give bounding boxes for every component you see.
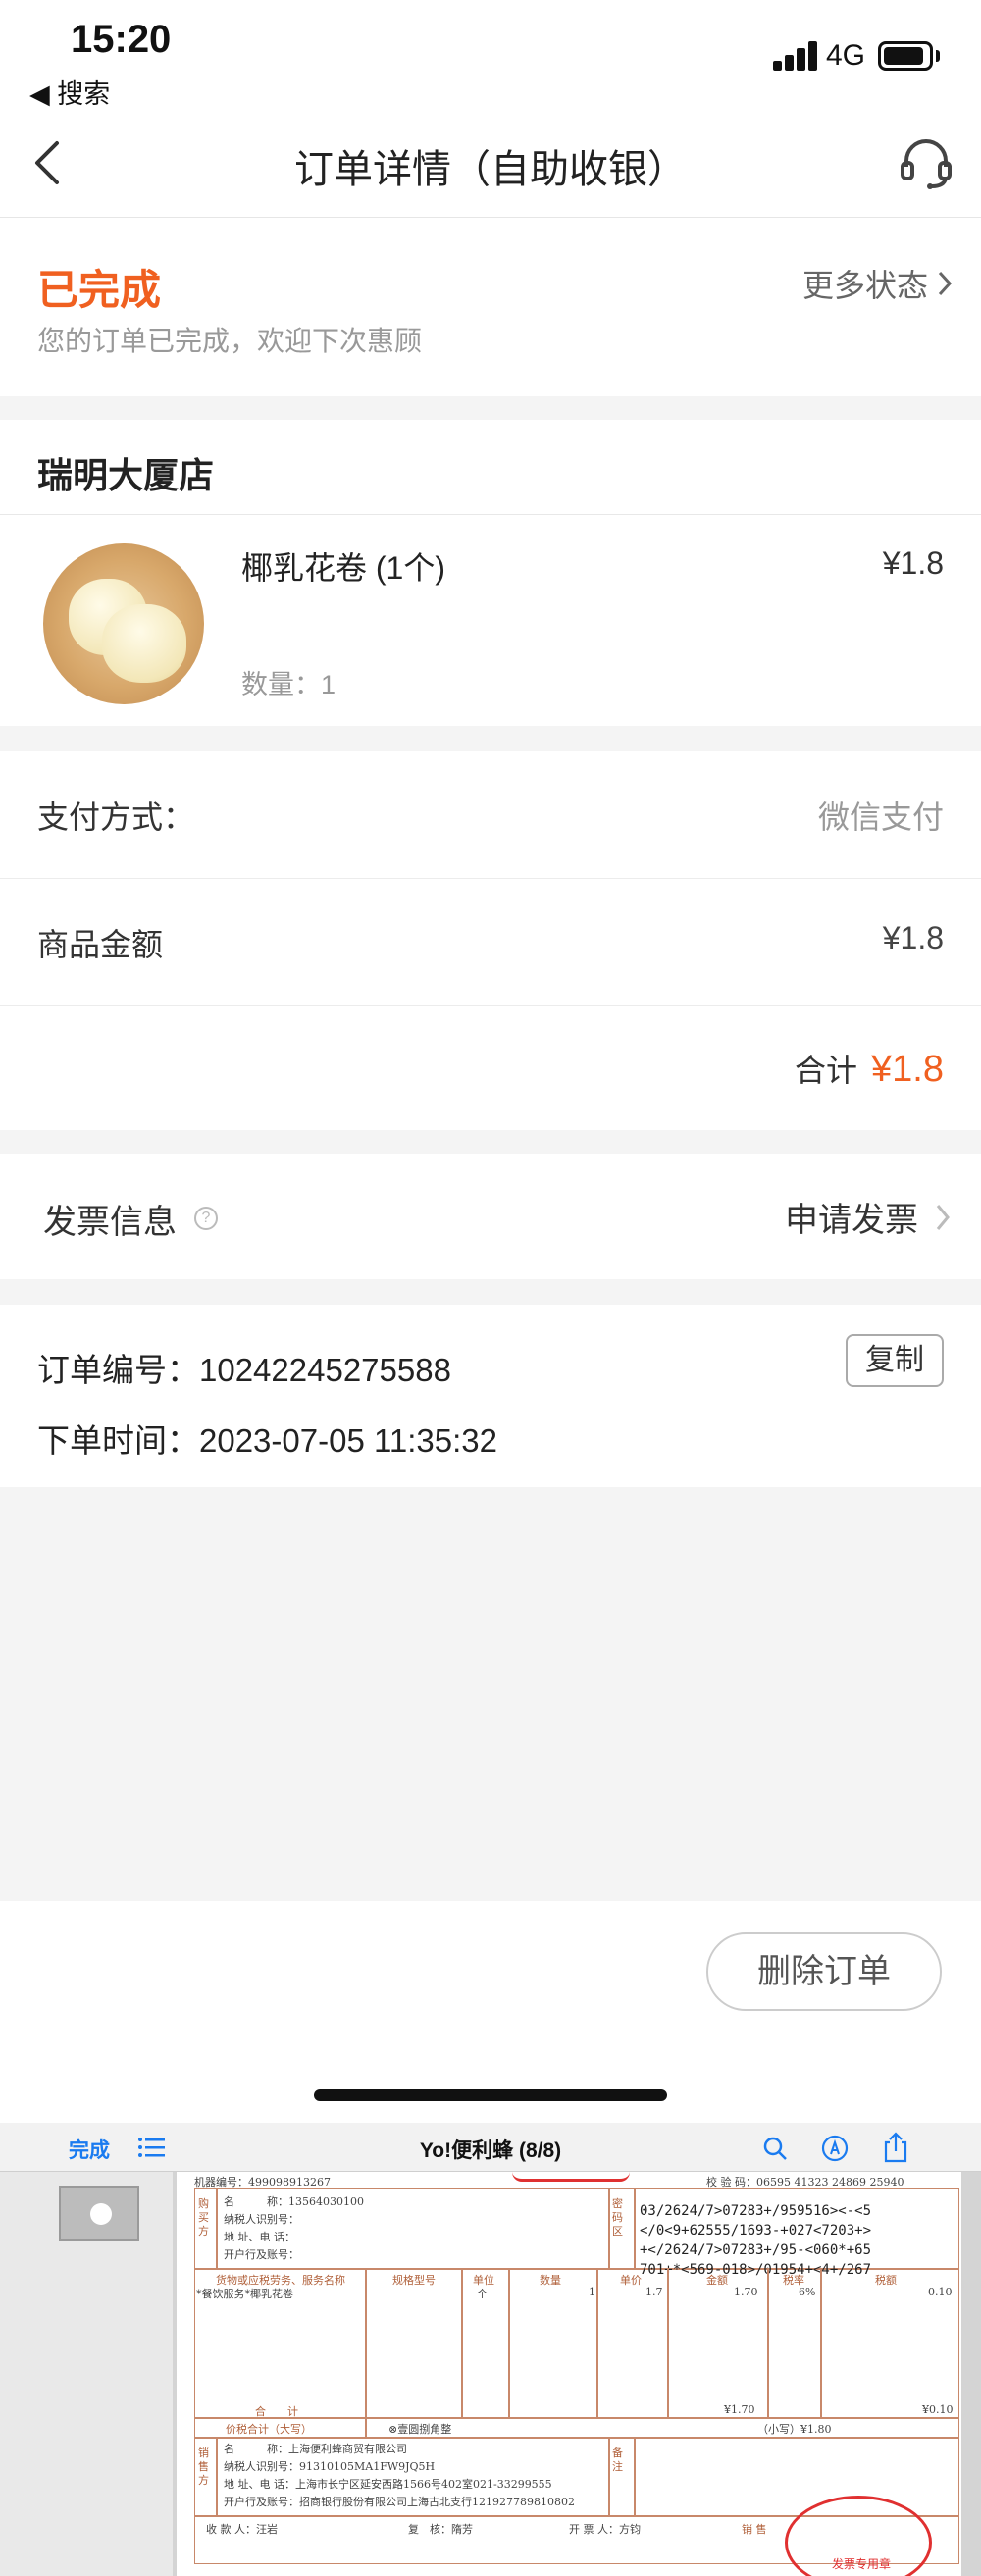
buyer-name: 名 称：13564030100 xyxy=(224,2195,364,2208)
order-time-label: 下单时间： xyxy=(37,1422,199,1459)
payment-method-value: 微信支付 xyxy=(817,799,944,835)
total-words-label: 价税合计（大写） xyxy=(226,2423,312,2436)
viewer-toolbar: 完成 Yo!便利蜂 (8/8) xyxy=(0,2123,981,2172)
markup-icon[interactable] xyxy=(820,2134,850,2163)
goods-amount-label: 商品金额 xyxy=(37,927,164,962)
thumbnail-sidebar xyxy=(0,2172,173,2576)
order-number-value: 10242245275588 xyxy=(199,1352,451,1388)
sum-amount: ¥1.70 xyxy=(724,2403,755,2416)
network-label: 4G xyxy=(826,39,866,72)
chevron-right-icon xyxy=(938,271,953,296)
order-number-line: 订单编号：10242245275588 xyxy=(37,1344,451,1391)
chevron-right-icon xyxy=(936,1204,950,1230)
item-tax: 0.10 xyxy=(928,2286,953,2298)
buyer-side-label: 购买方 xyxy=(198,2197,209,2238)
buyer-taxid: 纳税人识别号： xyxy=(224,2213,299,2226)
order-number-label: 订单编号： xyxy=(37,1352,199,1388)
total-words: ⊗壹圆捌角整 xyxy=(388,2423,452,2436)
store-name: 瑞明大厦店 xyxy=(37,455,215,495)
payment-card: 支付方式： 微信支付 商品金额 ¥1.8 合计 ¥1.8 xyxy=(0,751,981,1130)
product-image xyxy=(43,543,204,704)
store-card: 瑞明大厦店 椰乳花卷 (1个) ¥1.8 数量：1 xyxy=(0,420,981,726)
signal-icon xyxy=(773,41,818,71)
order-info-card: 订单编号：10242245275588 复制 下单时间：2023-07-05 1… xyxy=(0,1305,981,1487)
pdf-viewer: 完成 Yo!便利蜂 (8/8) 机器编号：499098913267 校 验 码：… xyxy=(0,2123,981,2576)
invoice-row[interactable]: 发票信息 ? 申请发票 xyxy=(0,1154,981,1279)
help-icon[interactable]: ? xyxy=(194,1207,218,1230)
item-qty: 1 xyxy=(589,2286,595,2298)
apply-invoice-link[interactable]: 申请发票 xyxy=(785,1193,952,1241)
item-price: 1.7 xyxy=(645,2286,663,2298)
copy-button[interactable]: 复制 xyxy=(846,1334,944,1387)
page-thumbnail[interactable] xyxy=(59,2186,139,2241)
buyer-bank: 开户行及账号： xyxy=(224,2248,299,2261)
item-rate: 6% xyxy=(799,2286,816,2298)
total-label: 合计 xyxy=(795,1053,858,1088)
sum-tax: ¥0.10 xyxy=(922,2403,954,2416)
cipher-line: 03/2624/7>07283+/959516><-<5 xyxy=(640,2203,872,2219)
more-status-label: 更多状态 xyxy=(801,268,928,303)
issuer: 开 票 人：方钧 xyxy=(569,2523,641,2536)
order-time-line: 下单时间：2023-07-05 11:35:32 xyxy=(37,1415,497,1462)
nav-header: 订单详情（自助收银） xyxy=(0,108,981,218)
order-status-title: 已完成 xyxy=(37,267,162,313)
reviewer: 复 核：隋芳 xyxy=(408,2523,473,2536)
customer-service-icon[interactable] xyxy=(897,133,955,192)
total-value: ¥1.8 xyxy=(871,1049,944,1090)
invoice-page: 机器编号：499098913267 校 验 码：06595 41323 2486… xyxy=(177,2172,961,2576)
share-icon[interactable] xyxy=(881,2131,910,2164)
item-amount: 1.70 xyxy=(734,2286,758,2298)
order-status-subtitle: 您的订单已完成，欢迎下次惠顾 xyxy=(37,326,423,356)
goods-amount-row: 商品金额 ¥1.8 xyxy=(0,879,981,1006)
delete-order-button[interactable]: 删除订单 xyxy=(706,1932,942,2011)
seller-name: 名 称：上海便利蜂商贸有限公司 xyxy=(224,2443,407,2455)
goods-amount-value: ¥1.8 xyxy=(882,920,944,955)
cipher-line: </0<9+62555/1693-+027<7203+> xyxy=(640,2223,872,2239)
total-small: （小写）¥1.80 xyxy=(757,2423,832,2436)
remark-side-label: 备注 xyxy=(612,2447,623,2473)
cipher-side-label: 密码区 xyxy=(612,2197,623,2238)
cipher-block: 03/2624/7>07283+/959516><-<5 </0<9+62555… xyxy=(640,2201,954,2280)
payment-method-label: 支付方式： xyxy=(37,799,195,835)
seller-bank: 开户行及账号：招商银行股份有限公司上海古北支行121927789810802 xyxy=(224,2496,575,2508)
invoice-label: 发票信息 xyxy=(43,1204,177,1241)
seller-side-label: 销售方 xyxy=(198,2447,209,2487)
buyer-address: 地 址、电 话： xyxy=(224,2231,295,2243)
cipher-line: +</2624/7>07283+/95-<060*+65 xyxy=(640,2242,872,2258)
seller-address: 地 址、电 话：上海市长宁区延安西路1566号402室021-33299555 xyxy=(224,2478,552,2491)
seller-footer: 销 售 xyxy=(742,2523,767,2536)
seller-taxid: 纳税人识别号：91310105MA1FW9JQ5H xyxy=(224,2460,436,2473)
stamp-arc xyxy=(512,2172,630,2182)
total-row: 合计 ¥1.8 xyxy=(795,1046,944,1091)
status-bar: 15:20 ◀ 搜索 4G xyxy=(0,0,981,111)
search-icon[interactable] xyxy=(761,2135,789,2162)
payee: 收 款 人：汪岩 xyxy=(206,2523,278,2536)
col-spec: 规格型号 xyxy=(392,2274,436,2287)
col-price: 单价 xyxy=(620,2274,642,2287)
col-qty: 数量 xyxy=(540,2274,561,2287)
col-amount: 金额 xyxy=(706,2274,728,2287)
item-unit: 个 xyxy=(477,2288,488,2300)
product-quantity: 数量：1 xyxy=(241,670,336,699)
battery-nub xyxy=(936,50,940,62)
col-tax: 税额 xyxy=(875,2274,897,2287)
product-name: 椰乳花卷 (1个) xyxy=(241,550,446,586)
home-indicator xyxy=(314,2089,667,2101)
item-name: *餐饮服务*椰乳花卷 xyxy=(196,2288,293,2300)
page-title: 订单详情（自助收银） xyxy=(294,148,687,191)
more-status-link[interactable]: 更多状态 xyxy=(802,261,954,306)
stamp-text: 发票专用章 xyxy=(831,2557,891,2571)
clock: 15:20 xyxy=(71,18,172,61)
battery-icon xyxy=(878,41,933,71)
apply-invoice-label: 申请发票 xyxy=(785,1202,918,1239)
divider xyxy=(0,514,981,515)
order-status-card: 已完成 您的订单已完成，欢迎下次惠顾 更多状态 xyxy=(0,218,981,396)
payment-method-row: 支付方式： 微信支付 xyxy=(0,751,981,879)
back-to-app-link[interactable]: ◀ 搜索 xyxy=(29,73,110,111)
order-time-value: 2023-07-05 11:35:32 xyxy=(199,1422,497,1459)
product-price: ¥1.8 xyxy=(882,545,944,581)
